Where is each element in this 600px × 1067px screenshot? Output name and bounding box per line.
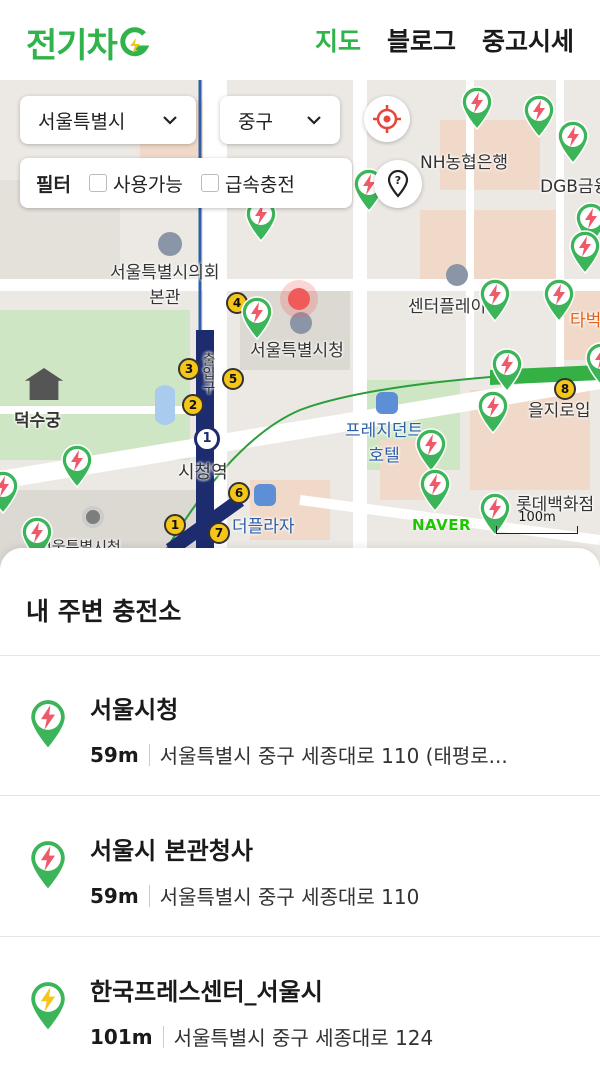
station-distance: 59m: [90, 742, 139, 767]
map-scale: 100m: [496, 510, 578, 534]
building-icon: [446, 264, 468, 286]
charger-pin-icon[interactable]: [522, 94, 556, 139]
subway-line-1-icon: 1: [194, 426, 220, 452]
locate-button[interactable]: [364, 96, 410, 142]
svg-text:?: ?: [395, 174, 401, 187]
charger-pin-icon[interactable]: [418, 468, 452, 513]
checkbox[interactable]: [88, 174, 107, 192]
naver-attribution: NAVER: [412, 516, 472, 534]
district-select-value: 중구: [238, 110, 273, 133]
charger-pin-icon[interactable]: [240, 296, 274, 341]
app-logo[interactable]: 전기차: [26, 18, 150, 67]
map-label-nh-bank: NH농협은행: [420, 153, 509, 173]
chevron-down-icon: [307, 116, 321, 125]
divider: [148, 884, 150, 907]
hotel-icon: [254, 484, 276, 506]
chevron-down-icon: [163, 116, 177, 125]
charger-pin-icon[interactable]: [476, 390, 510, 435]
nav-map[interactable]: 지도: [315, 22, 361, 58]
app-header: 전기차 지도 블로그 중고시세: [0, 0, 600, 80]
station-address: 서울특별시 중구 세종대로 110: [159, 885, 420, 909]
filter-fast-charge-label: 급속충전: [224, 173, 295, 196]
map-label-dgb: DGB금융: [540, 177, 600, 197]
station-meta: 59m 서울특별시 중구 세종대로 110 (태평로...: [90, 740, 580, 769]
charger-pin-icon[interactable]: [60, 444, 94, 489]
map-label-plaza: 더플라자: [232, 517, 295, 537]
nav-blog[interactable]: 블로그: [387, 22, 456, 58]
charger-pin-icon[interactable]: [478, 278, 512, 323]
charger-pin-icon[interactable]: [460, 86, 494, 131]
charger-pin-icon: [28, 980, 68, 1033]
landmark-icon: [82, 506, 104, 528]
nearby-stations-sheet[interactable]: 내 주변 충전소 서울시청 59m 서울특별시 중구 세종대로 110 (태평로…: [0, 548, 600, 1067]
map-label-exit: 출입구: [200, 352, 216, 394]
subway-exit-5: 5: [222, 368, 244, 390]
charger-pin-icon[interactable]: [414, 428, 448, 473]
hotel-icon: [376, 392, 398, 414]
station-name: 서울시청: [90, 696, 179, 724]
location-pin-icon: ?: [387, 170, 409, 198]
logo-text: 전기차: [26, 26, 118, 66]
sheet-title: 내 주변 충전소: [26, 597, 182, 626]
city-select[interactable]: 서울특별시: [20, 96, 196, 144]
map-label-press-hotel: 프레지던트 호텔: [345, 421, 424, 466]
map-label-council: 서울특별시의회 본관: [110, 263, 220, 308]
city-select-value: 서울특별시: [38, 110, 126, 133]
station-distance: 59m: [90, 883, 139, 908]
map-label-city-hall-station: 시청역: [178, 462, 228, 483]
charger-pin-icon[interactable]: [0, 470, 20, 515]
logo-mark: [119, 26, 150, 60]
subway-exit-8: 8: [554, 378, 576, 400]
subway-exit-2: 2: [182, 394, 204, 416]
station-meta: 101m 서울특별시 중구 세종대로 124: [90, 1022, 580, 1051]
filter-fast-charge[interactable]: 급속충전: [200, 170, 295, 197]
pin-button[interactable]: ?: [374, 160, 422, 208]
station-name: 서울시 본관청사: [90, 837, 253, 865]
map-label-deoksugung: 덕수궁: [14, 411, 61, 431]
filter-available-label: 사용가능: [112, 173, 183, 196]
charger-pin-icon[interactable]: [584, 342, 600, 386]
divider: [148, 743, 150, 766]
charger-pin-icon[interactable]: [542, 278, 576, 323]
station-meta: 59m 서울특별시 중구 세종대로 110: [90, 881, 580, 910]
subway-exit-3: 3: [178, 358, 200, 380]
map-label-center-place: 센터플레이: [408, 297, 487, 317]
subway-exit-7: 7: [208, 522, 230, 544]
subway-exit-6: 6: [228, 482, 250, 504]
crosshair-icon: [373, 105, 401, 133]
map-view[interactable]: 서울특별시의회 본관 서울특별시청 덕수궁 시청역 프레지던트 호텔 더플라자 NH…: [0, 80, 600, 570]
station-address: 서울특별시 중구 세종대로 124: [173, 1026, 434, 1050]
building-icon: [290, 312, 312, 334]
filter-available[interactable]: 사용가능: [88, 170, 183, 197]
station-name: 한국프레스센터_서울시: [90, 978, 323, 1006]
checkbox[interactable]: [200, 174, 219, 192]
current-location-icon: [288, 288, 310, 310]
map-scale-label: 100m: [518, 510, 556, 525]
charger-pin-icon[interactable]: [490, 348, 524, 393]
subway-exit-1: 1: [164, 514, 186, 536]
filter-bar: 필터 사용가능 급속충전: [20, 158, 352, 208]
nav-used-price[interactable]: 중고시세: [482, 22, 574, 58]
charger-pin-icon[interactable]: [568, 230, 600, 275]
station-distance: 101m: [90, 1024, 153, 1049]
map-label-euljiro: 을지로입: [528, 401, 591, 421]
station-list-item[interactable]: 서울시청 59m 서울특별시 중구 세종대로 110 (태평로...: [0, 656, 600, 796]
charger-pin-icon[interactable]: [556, 120, 590, 165]
station-list-item[interactable]: 한국프레스센터_서울시 101m 서울특별시 중구 세종대로 124: [0, 938, 600, 1067]
building-icon: [158, 232, 182, 256]
main-nav: 지도 블로그 중고시세: [315, 22, 574, 58]
divider: [162, 1025, 164, 1048]
station-address: 서울특별시 중구 세종대로 110 (태평로...: [159, 744, 508, 768]
district-select[interactable]: 중구: [220, 96, 340, 144]
charger-pin-icon: [28, 698, 68, 751]
charger-pin-icon: [28, 839, 68, 892]
station-list-item[interactable]: 서울시 본관청사 59m 서울특별시 중구 세종대로 110: [0, 797, 600, 937]
filter-label: 필터: [36, 173, 71, 196]
